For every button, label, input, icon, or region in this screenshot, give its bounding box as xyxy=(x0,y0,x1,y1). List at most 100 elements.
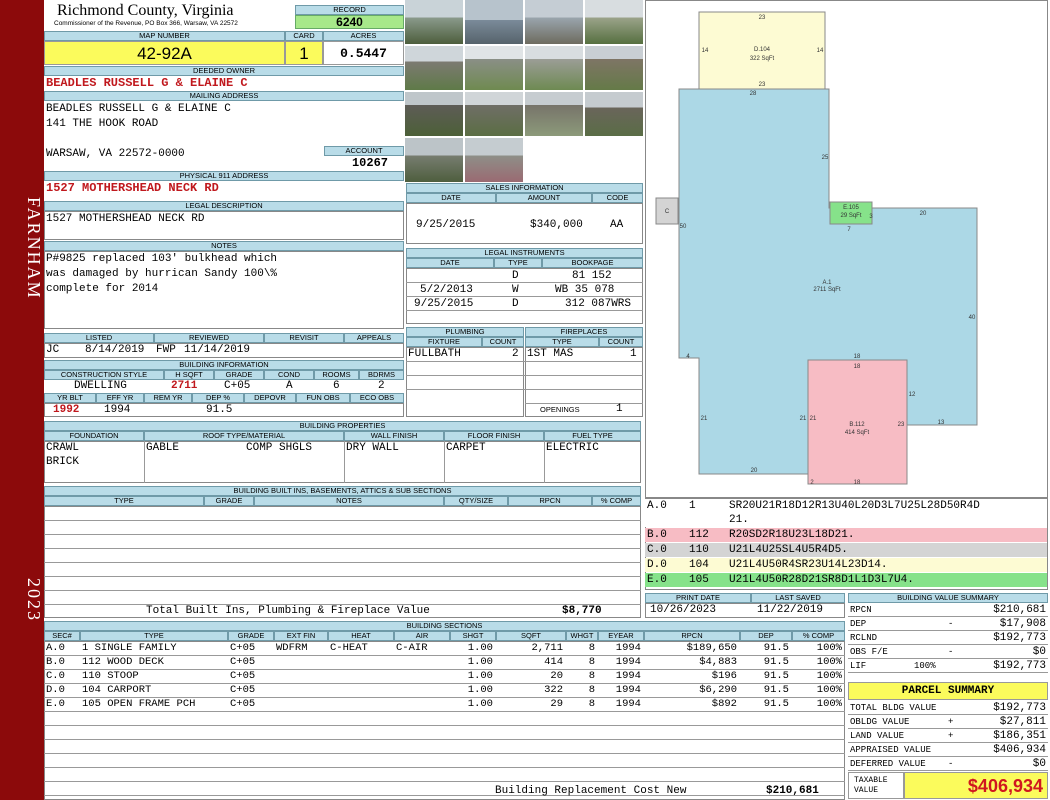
last-saved-header: LAST SAVED xyxy=(751,593,845,603)
property-photo[interactable] xyxy=(585,0,643,44)
sketch-label: D.104 xyxy=(754,47,771,53)
li-date: 5/2/2013 xyxy=(420,284,473,296)
property-photo[interactable] xyxy=(525,92,583,136)
sections-cell: 91.5 xyxy=(763,684,789,696)
sketch-dim: 20 xyxy=(751,468,758,474)
bi-style: DWELLING xyxy=(74,380,127,392)
card-header: CARD xyxy=(285,31,323,41)
sales-header: SALES INFORMATION xyxy=(406,183,643,193)
bp-h-fuel: FUEL TYPE xyxy=(544,431,641,441)
property-photo[interactable] xyxy=(585,46,643,90)
sections-cell: $189,650 xyxy=(686,642,737,654)
sections-cell: B.0 xyxy=(46,656,65,668)
sections-col-header: WHGT xyxy=(566,631,598,641)
sections-col-header: HEAT xyxy=(328,631,394,641)
mailing-line1: BEADLES RUSSELL G & ELAINE C xyxy=(46,103,231,115)
sections-cell: 105 OPEN FRAME PCH xyxy=(82,698,196,710)
sketch-label: C xyxy=(665,209,670,215)
listed-header: LISTED xyxy=(44,333,154,343)
parcel-summary-header: PARCEL SUMMARY xyxy=(848,682,1048,700)
sections-col-header: TYPE xyxy=(80,631,228,641)
property-photo[interactable] xyxy=(465,138,523,182)
bi-h-cond: COND xyxy=(264,370,314,380)
bins-h-type: TYPE xyxy=(44,496,204,506)
sketch-label: 29 SqFt xyxy=(840,213,861,219)
openings-value: 1 xyxy=(616,403,623,415)
plumb-h-count: COUNT xyxy=(482,337,524,347)
bp-roof-material: COMP SHGLS xyxy=(246,442,313,454)
building-sketch: D.104 322 SqFt A.1 2711 SqFt E.105 29 Sq… xyxy=(655,11,978,486)
sections-cell: 1994 xyxy=(615,670,641,682)
property-photo[interactable] xyxy=(405,138,463,182)
sections-cell: C+05 xyxy=(230,698,256,710)
property-photo[interactable] xyxy=(465,92,523,136)
physical-address-header: PHYSICAL 911 ADDRESS xyxy=(44,171,404,181)
account-header: ACCOUNT xyxy=(324,146,404,156)
sketch-dim: 50 xyxy=(680,224,687,230)
bp-foundation: CRAWL xyxy=(46,442,80,454)
sketch-dim: 21 xyxy=(800,416,807,422)
listed-date: 8/14/2019 xyxy=(85,344,145,356)
property-photo[interactable] xyxy=(405,0,463,44)
property-photo[interactable] xyxy=(465,46,523,90)
listed-by: JC xyxy=(46,344,60,356)
sections-cell: 91.5 xyxy=(763,642,789,654)
bp-foundation: BRICK xyxy=(46,456,80,468)
legal-box xyxy=(44,211,404,240)
bi-h-remyr: REM YR xyxy=(144,393,192,403)
sections-cell: C+05 xyxy=(230,656,256,668)
sidebar-year: 2023 xyxy=(24,578,44,622)
sections-col-header: AIR xyxy=(394,631,450,641)
sketch-label: B.112 xyxy=(849,422,865,428)
sections-cell: WDFRM xyxy=(276,642,308,654)
sections-col-header: SEC# xyxy=(44,631,80,641)
deeded-owner-value: BEADLES RUSSELL G & ELAINE C xyxy=(46,76,248,90)
sketch-label: A.1 xyxy=(822,280,832,286)
segment-row-d: D.0 104 U21L4U50R4SR23U14L23D14. xyxy=(645,558,1047,572)
sketch-dim: 12 xyxy=(909,392,916,398)
bp-floor: CARPET xyxy=(446,442,486,454)
bp-h-foundation: FOUNDATION xyxy=(44,431,144,441)
bp-h-floor: FLOOR FINISH xyxy=(444,431,544,441)
bi-h-ecoobs: ECO OBS xyxy=(350,393,404,403)
property-photo[interactable] xyxy=(405,92,463,136)
property-photo[interactable] xyxy=(525,46,583,90)
sketch-dim: 25 xyxy=(822,155,829,161)
sketch-dim: 23 xyxy=(898,422,905,428)
sketch-dim: 21 xyxy=(701,416,708,422)
bvs-row: RCLND $192,773 xyxy=(848,632,1048,645)
sections-cell: 414 xyxy=(544,656,563,668)
sections-cell: 100% xyxy=(816,642,842,654)
property-photo[interactable] xyxy=(585,92,643,136)
property-photo[interactable] xyxy=(525,0,583,44)
bins-h-notes: NOTES xyxy=(254,496,444,506)
li-h-type: TYPE xyxy=(494,258,542,268)
bi-h-yrblt: YR BLT xyxy=(44,393,96,403)
property-photo[interactable] xyxy=(405,46,463,90)
sections-cell: 100% xyxy=(816,684,842,696)
sections-cell: 29 xyxy=(550,698,563,710)
sections-cell: 1.00 xyxy=(467,656,493,668)
bi-grade: C+05 xyxy=(224,380,251,392)
sections-cell: E.0 xyxy=(46,698,65,710)
photo-grid xyxy=(405,0,645,182)
sections-cell: 104 CARPORT xyxy=(82,684,152,696)
sections-cell: $4,883 xyxy=(699,656,737,668)
fireplaces-header: FIREPLACES xyxy=(525,327,643,337)
sections-cell: C+05 xyxy=(230,670,256,682)
sales-h-date: DATE xyxy=(406,193,496,203)
sections-cell: 1994 xyxy=(615,656,641,668)
building-properties-header: BUILDING PROPERTIES xyxy=(44,421,641,431)
bi-h-funobs: FUN OBS xyxy=(296,393,350,403)
bins-h-grade: GRADE xyxy=(204,496,254,506)
parcel-row: APPRAISED VALUE $406,934 xyxy=(848,744,1048,757)
parcel-row: DEFERRED VALUE - $0 xyxy=(848,758,1048,771)
sections-col-header: % COMP xyxy=(792,631,845,641)
sections-cell: C-AIR xyxy=(396,642,428,654)
legal-description-header: LEGAL DESCRIPTION xyxy=(44,201,404,211)
property-photo[interactable] xyxy=(465,0,523,44)
sections-cell: C.0 xyxy=(46,670,65,682)
sections-cell: 1.00 xyxy=(467,698,493,710)
record-header: RECORD xyxy=(295,5,404,15)
li-h-date: DATE xyxy=(406,258,494,268)
